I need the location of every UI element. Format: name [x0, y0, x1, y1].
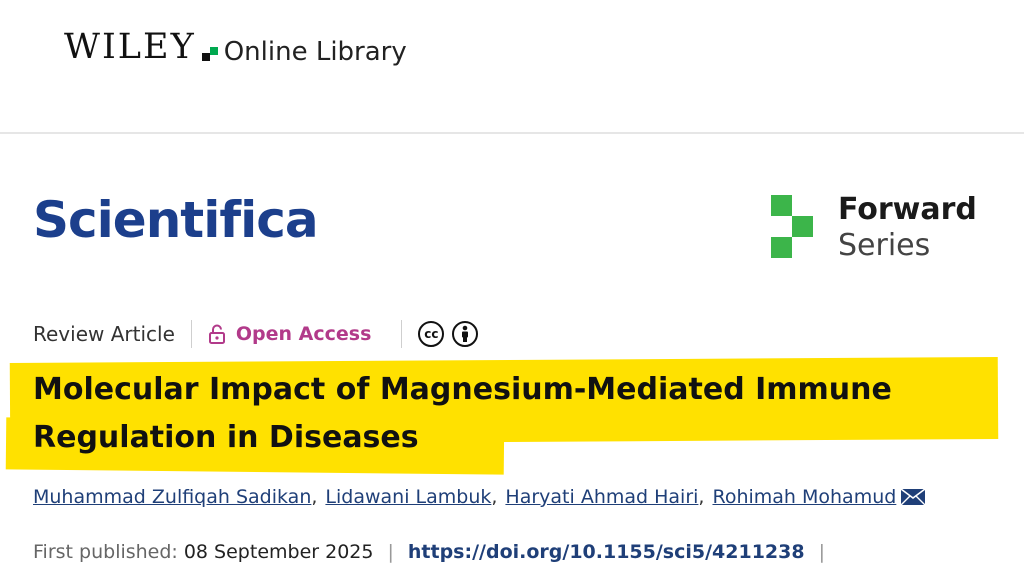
article-title: Molecular Impact of Magnesium-Mediated I… — [33, 366, 993, 462]
article-meta-row: Review Article Open Access cc — [33, 318, 479, 350]
mail-icon[interactable] — [900, 488, 926, 506]
author-link[interactable]: Rohimah Mohamud — [712, 486, 896, 508]
first-published-label: First published: — [33, 541, 178, 563]
author-link[interactable]: Haryati Ahmad Hairi — [505, 486, 698, 508]
forward-square-icon — [771, 195, 792, 216]
by-icon — [452, 321, 479, 347]
publication-info: First published: 08 September 2025 | htt… — [33, 541, 839, 563]
site-header: WILEY Online Library — [0, 0, 1024, 134]
divider — [401, 320, 403, 348]
article-type: Review Article — [33, 322, 175, 346]
doi-link[interactable]: https://doi.org/10.1155/sci5/4211238 — [408, 541, 805, 563]
author-separator: , — [491, 486, 498, 508]
pipe-separator: | — [387, 541, 394, 563]
forward-series-word2: Series — [838, 228, 931, 263]
forward-series-word1: Forward — [838, 192, 977, 227]
online-library-label: Online Library — [223, 37, 407, 67]
pipe-separator: | — [818, 541, 825, 563]
author-link[interactable]: Muhammad Zulfiqah Sadikan — [33, 486, 311, 508]
article-title-line2: Regulation in Diseases — [33, 420, 419, 455]
forward-series-logo: Forward Series — [771, 195, 981, 267]
wiley-online-library-logo[interactable]: WILEY Online Library — [64, 27, 407, 67]
cc-icon: cc — [418, 321, 445, 347]
journal-title[interactable]: Scientifica — [33, 195, 319, 245]
open-access-label[interactable]: Open Access — [236, 323, 372, 345]
wiley-squares-icon — [200, 43, 220, 63]
wiley-wordmark: WILEY — [64, 27, 196, 67]
divider — [190, 320, 192, 348]
author-separator: , — [698, 486, 705, 508]
open-lock-icon — [208, 324, 225, 344]
author-list: Muhammad Zulfiqah Sadikan , Lidawani Lam… — [33, 486, 926, 508]
author-link[interactable]: Lidawani Lambuk — [325, 486, 491, 508]
article-title-line1: Molecular Impact of Magnesium-Mediated I… — [33, 372, 892, 407]
forward-square-icon — [771, 237, 792, 258]
author-separator: , — [311, 486, 318, 508]
first-published-date: 08 September 2025 — [183, 541, 374, 563]
license-icons[interactable]: cc — [418, 321, 479, 347]
forward-square-icon — [792, 216, 813, 237]
